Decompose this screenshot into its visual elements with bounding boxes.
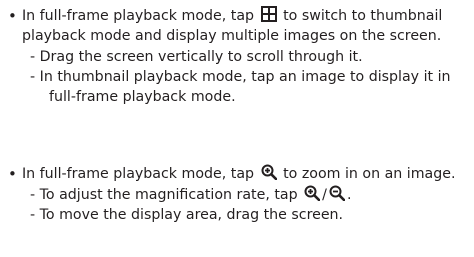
bullet-text-start: In full-frame playback mode, tap [22, 166, 255, 182]
bullet-dot: • [8, 7, 17, 25]
sub-item-magnification-text: - To adjust the magnification rate, tap [30, 187, 298, 203]
zoom-out-icon [329, 185, 345, 201]
sub-item-tap-image-continued: full-frame playback mode. [49, 89, 236, 105]
manual-page: • In full-frame playback mode, tap to sw… [0, 0, 474, 257]
sentence-period: . [346, 187, 352, 203]
bullet-text: In full-frame playback mode, tap to swit… [22, 6, 442, 26]
thumbnail-grid-icon [260, 6, 277, 22]
sub-item-tap-image: - In thumbnail playback mode, tap an ima… [30, 69, 451, 85]
bullet-text-end: to switch to thumbnail [283, 8, 443, 24]
bullet-dot: • [8, 165, 17, 183]
sub-item-move-display: - To move the display area, drag the scr… [30, 207, 344, 223]
bullet-text-end: to zoom in on an image. [283, 166, 456, 182]
sub-item-scroll: - Drag the screen vertically to scroll t… [30, 49, 363, 65]
bullet-text-start: In full-frame playback mode, tap [22, 8, 255, 24]
bullet-text: In full-frame playback mode, tap to zoom… [22, 164, 456, 184]
sub-item-magnification: - To adjust the magnification rate, tap … [30, 185, 351, 205]
bullet-text-continued: playback mode and display multiple image… [22, 28, 442, 44]
zoom-in-icon [261, 164, 277, 180]
zoom-in-icon [304, 185, 321, 201]
icon-separator: / [322, 187, 327, 203]
